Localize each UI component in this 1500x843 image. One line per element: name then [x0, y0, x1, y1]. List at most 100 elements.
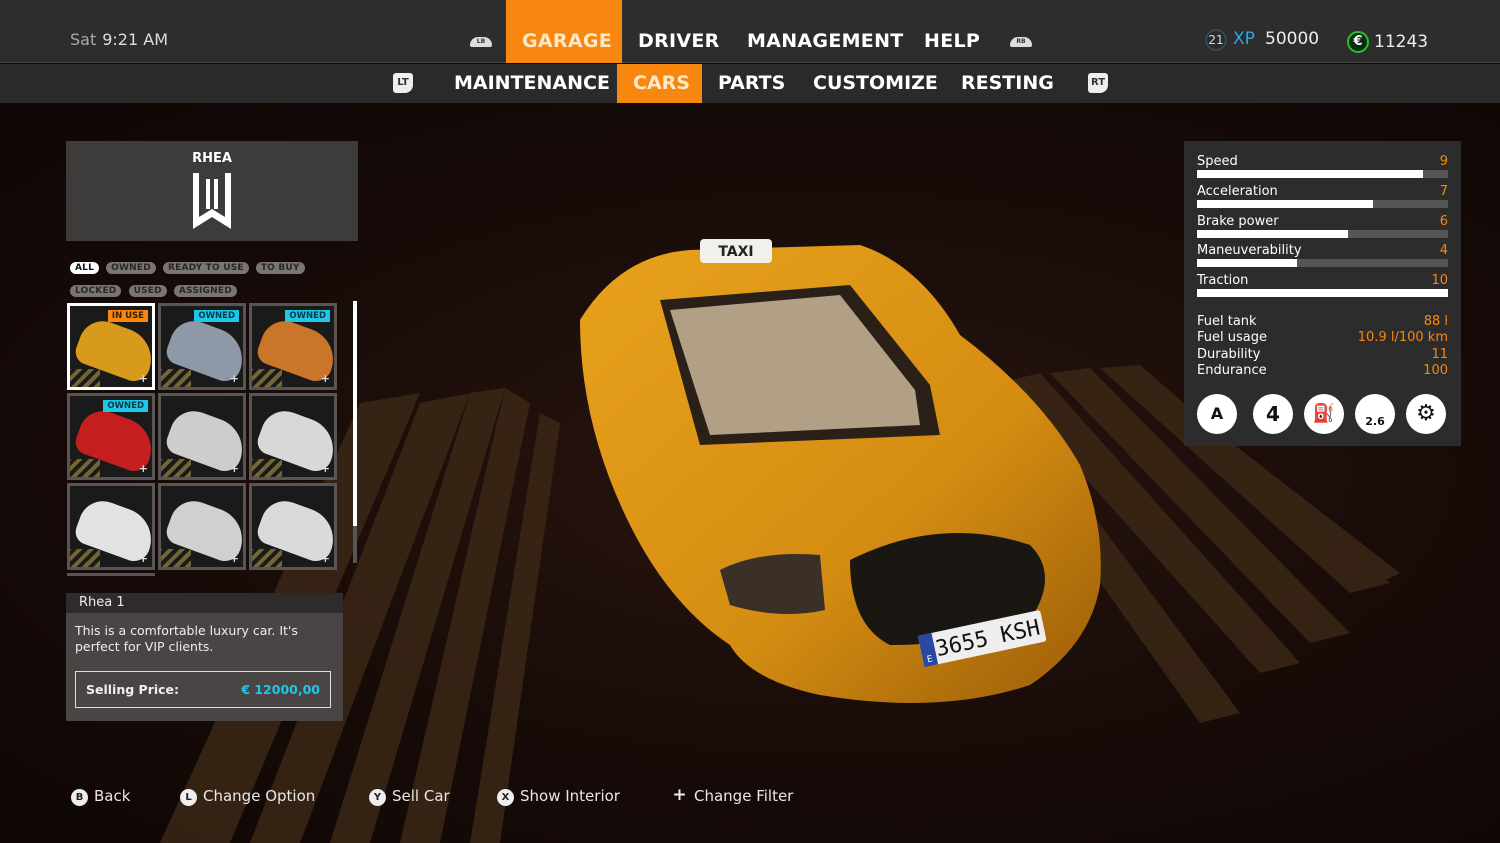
money-value: 11243	[1374, 32, 1429, 52]
plus-icon: +	[320, 462, 330, 475]
hazard-stripes	[252, 369, 282, 387]
euro-coin-icon: €	[1347, 31, 1369, 53]
car-status-badge: IN USE	[107, 310, 148, 322]
scrollbar-thumb[interactable]	[353, 301, 357, 527]
hint-change-option[interactable]: L Change Option	[180, 787, 315, 806]
subtab-customize[interactable]: CUSTOMIZE	[797, 64, 954, 103]
taxi-sign-text: TAXI	[718, 244, 753, 260]
car-grid: IN USE + OWNED + OWNED + OWNED + + + + + +	[67, 303, 339, 570]
stat-bar-fill	[1197, 259, 1298, 267]
stat-bar-fill	[1197, 230, 1348, 238]
stat-maneuverability: Maneuverability 4	[1197, 243, 1448, 267]
plus-icon: +	[138, 372, 148, 385]
left-bumper-icon[interactable]: LB	[470, 37, 492, 47]
left-trigger-icon[interactable]: LT	[393, 73, 413, 93]
stat-traction: Traction 10	[1197, 273, 1448, 297]
xp-label: XP	[1233, 29, 1255, 49]
game-clock: Sat 9:21 AM	[70, 30, 168, 49]
plus-icon: +	[229, 552, 239, 565]
car-status-badge: OWNED	[103, 400, 148, 412]
car-list-scrollbar[interactable]	[353, 301, 357, 563]
car-stats-panel: Speed 9 Acceleration 7 Brake power 6 Man…	[1184, 141, 1461, 446]
stat-speed: Speed 9	[1197, 154, 1448, 178]
stat-bar-fill	[1197, 289, 1448, 297]
car-status-badge: OWNED	[285, 310, 330, 322]
car-tile[interactable]: +	[249, 393, 337, 480]
grid-next-row-edge	[67, 573, 155, 576]
seats-icon: 4	[1253, 394, 1293, 434]
car-tile[interactable]: OWNED +	[249, 303, 337, 390]
filter-owned[interactable]: OWNED	[106, 262, 156, 274]
xp-value: 50000	[1265, 29, 1320, 49]
spec-durability: Durability 11	[1197, 347, 1448, 362]
clock-time: 9:21 AM	[102, 30, 168, 49]
stat-acceleration: Acceleration 7	[1197, 184, 1448, 208]
hazard-stripes	[70, 369, 100, 387]
car-info-panel: Rhea 1 This is a comfortable luxury car.…	[66, 593, 343, 721]
hint-sell-car[interactable]: Y Sell Car	[369, 787, 450, 806]
left-stick-icon: L	[180, 789, 197, 806]
car-tile[interactable]: +	[158, 393, 246, 480]
spec-fuel-usage: Fuel usage 10.9 l/100 km	[1197, 330, 1448, 345]
plus-icon: +	[138, 552, 148, 565]
filter-all[interactable]: ALL	[70, 262, 100, 274]
hint-change-filter[interactable]: + Change Filter	[671, 785, 793, 806]
subtab-parts[interactable]: PARTS	[702, 64, 801, 103]
tab-garage[interactable]: GARAGE	[506, 0, 622, 63]
tab-management[interactable]: MANAGEMENT	[731, 0, 920, 63]
hazard-stripes	[161, 549, 191, 567]
clock-day: Sat	[70, 30, 97, 49]
subtab-cars[interactable]: CARS	[617, 64, 702, 103]
car-tile[interactable]: IN USE +	[67, 303, 155, 390]
plus-icon: +	[320, 372, 330, 385]
car-tile[interactable]: +	[158, 483, 246, 570]
subtab-maintenance[interactable]: MAINTENANCE	[438, 64, 626, 103]
tab-driver[interactable]: DRIVER	[622, 0, 736, 63]
b-button-icon: B	[71, 789, 88, 806]
plus-icon: +	[229, 372, 239, 385]
plus-icon: +	[320, 552, 330, 565]
stat-bar-fill	[1197, 200, 1373, 208]
right-trigger-icon[interactable]: RT	[1088, 73, 1108, 93]
spec-endurance: Endurance 100	[1197, 363, 1448, 378]
tab-help[interactable]: HELP	[908, 0, 996, 63]
brand-name: RHEA	[192, 151, 232, 166]
filter-assigned[interactable]: ASSIGNED	[173, 285, 237, 297]
car-tile[interactable]: OWNED +	[67, 393, 155, 480]
weight-icon: 2.6	[1355, 394, 1395, 434]
hazard-stripes	[70, 549, 100, 567]
filter-ready-to-use[interactable]: READY TO USE	[162, 262, 249, 274]
stat-brake-power: Brake power 6	[1197, 214, 1448, 238]
selling-price-box: Selling Price: € 12000,00	[75, 671, 331, 708]
filter-locked[interactable]: LOCKED	[70, 285, 122, 297]
y-button-icon: Y	[369, 789, 386, 806]
hazard-stripes	[252, 459, 282, 477]
dpad-icon: +	[672, 785, 687, 805]
car-filters: ALL OWNED READY TO USE TO BUY LOCKED USE…	[70, 255, 360, 301]
filter-used[interactable]: USED	[128, 285, 167, 297]
plus-icon: +	[229, 462, 239, 475]
car-description: This is a comfortable luxury car. It's p…	[75, 623, 298, 654]
spec-fuel-tank: Fuel tank 88 l	[1197, 314, 1448, 329]
brand-logo-icon	[193, 173, 231, 229]
selling-price-value: € 12000,00	[241, 682, 320, 697]
automatic-transmission-icon: A	[1197, 394, 1237, 434]
car-name: Rhea 1	[66, 593, 343, 613]
plus-icon: +	[138, 462, 148, 475]
hazard-stripes	[161, 369, 191, 387]
hint-back[interactable]: B Back	[71, 787, 130, 806]
x-button-icon: X	[497, 789, 514, 806]
filter-to-buy[interactable]: TO BUY	[255, 262, 305, 274]
engine-icon: ⚙	[1406, 394, 1446, 434]
right-bumper-icon[interactable]: RB	[1010, 37, 1032, 47]
hint-show-interior[interactable]: X Show Interior	[497, 787, 620, 806]
car-tile[interactable]: +	[67, 483, 155, 570]
hazard-stripes	[252, 549, 282, 567]
subtab-resting[interactable]: RESTING	[945, 64, 1070, 103]
player-level-badge: 21	[1205, 29, 1227, 51]
car-tile[interactable]: +	[249, 483, 337, 570]
hazard-stripes	[161, 459, 191, 477]
car-tile[interactable]: OWNED +	[158, 303, 246, 390]
stat-bar-fill	[1197, 170, 1423, 178]
car-status-badge: OWNED	[194, 310, 239, 322]
